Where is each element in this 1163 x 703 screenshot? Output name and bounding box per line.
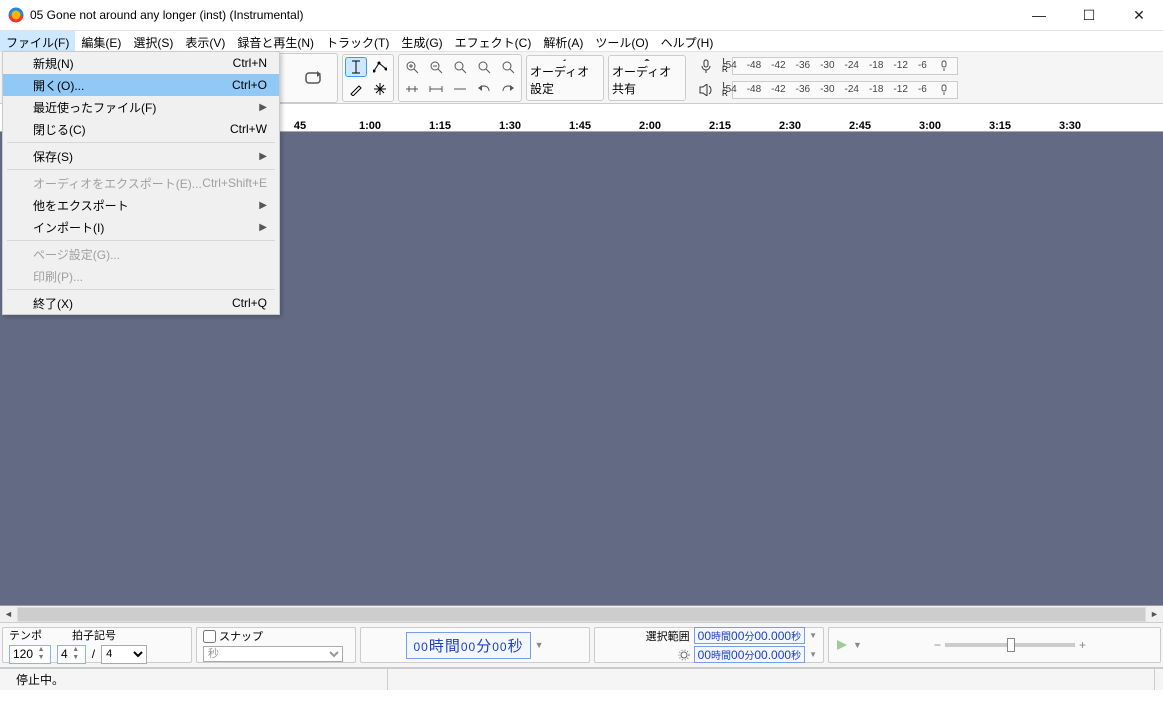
snap-checkbox[interactable] — [203, 630, 216, 643]
menu-analyze[interactable]: 解析(A) — [537, 31, 589, 51]
selection-label: 選択範囲 — [646, 628, 690, 644]
record-meter[interactable]: -54-48-42-36-30-24-18-12-6 — [732, 57, 958, 75]
audio-setup-group: オーディオ設定 — [526, 55, 604, 101]
menu-view[interactable]: 表示(V) — [179, 31, 231, 51]
timesig-num-input[interactable]: 4▲▼ — [57, 645, 86, 664]
menu-item[interactable]: オーディオをエクスポート(E)...Ctrl+Shift+E — [3, 172, 279, 194]
share-icon — [639, 59, 655, 61]
maximize-button[interactable]: ☐ — [1073, 7, 1105, 24]
menu-item[interactable]: インポート(I)▶ — [3, 216, 279, 238]
trim-button[interactable] — [401, 79, 423, 99]
selection-tool[interactable] — [345, 57, 367, 77]
playback-speed-slider[interactable] — [945, 643, 1075, 647]
audio-setup-label: オーディオ設定 — [530, 63, 600, 97]
time-position-display[interactable]: 00時間 00分 00秒 — [406, 632, 530, 659]
envelope-tool[interactable] — [369, 57, 391, 77]
play-speed-menu-icon[interactable]: ▼ — [853, 640, 862, 650]
menu-tools[interactable]: ツール(O) — [589, 31, 654, 51]
menu-item[interactable]: 最近使ったファイル(F)▶ — [3, 96, 279, 118]
scroll-right-button[interactable]: ► — [1146, 607, 1163, 622]
titlebar: 05 Gone not around any longer (inst) (In… — [0, 0, 1163, 30]
play-at-speed-icon[interactable] — [835, 638, 849, 652]
menu-item[interactable]: 新規(N)Ctrl+N — [3, 52, 279, 74]
menu-transport[interactable]: 録音と再生(N) — [231, 31, 320, 51]
window-title: 05 Gone not around any longer (inst) (In… — [30, 8, 1023, 22]
zoom-group — [398, 54, 522, 102]
audio-setup-button[interactable]: オーディオ設定 — [529, 58, 601, 98]
fit-selection-button[interactable] — [449, 57, 471, 77]
snap-label: スナップ — [219, 628, 263, 644]
redo-button[interactable] — [497, 79, 519, 99]
multi-tool[interactable] — [369, 79, 391, 99]
speaker-icon — [699, 84, 713, 96]
menu-effect[interactable]: エフェクト(C) — [449, 31, 538, 51]
zoom-in-button[interactable] — [401, 57, 423, 77]
play-meter[interactable]: -54-48-42-36-30-24-18-12-6 — [732, 81, 958, 99]
menu-help[interactable]: ヘルプ(H) — [655, 31, 720, 51]
undo-button[interactable] — [473, 79, 495, 99]
timesig-den-select[interactable]: 4 — [101, 645, 147, 664]
menu-file[interactable]: ファイル(F) — [0, 31, 75, 51]
zoom-toggle-button[interactable] — [497, 57, 519, 77]
zoom-out-button[interactable] — [425, 57, 447, 77]
menu-item[interactable]: ページ設定(G)... — [3, 243, 279, 265]
loop-button[interactable] — [291, 56, 335, 100]
tempo-label: テンポ — [9, 627, 42, 643]
file-menu-dropdown[interactable]: 新規(N)Ctrl+N開く(O)...Ctrl+O最近使ったファイル(F)▶閉じ… — [2, 51, 280, 315]
record-meter-mic-button[interactable] — [695, 56, 717, 76]
selection-start-display[interactable]: 00時間00分00.000秒 — [694, 627, 805, 644]
menu-tracks[interactable]: トラック(T) — [320, 31, 395, 51]
time-display-menu-icon[interactable]: ▼ — [535, 640, 544, 650]
snap-unit-select[interactable]: 秒 — [203, 646, 343, 662]
timesig-slash: / — [92, 647, 95, 661]
menu-item[interactable]: 保存(S)▶ — [3, 145, 279, 167]
audio-share-group: オーディオ共有 — [608, 55, 686, 101]
fit-project-button[interactable] — [473, 57, 495, 77]
gear-icon[interactable] — [678, 649, 690, 661]
menu-item[interactable]: 開く(O)...Ctrl+O — [3, 74, 279, 96]
menu-item[interactable]: 閉じる(C)Ctrl+W — [3, 118, 279, 140]
menu-item[interactable]: 他をエクスポート▶ — [3, 194, 279, 216]
app-logo-icon — [8, 7, 24, 23]
menu-generate[interactable]: 生成(G) — [395, 31, 448, 51]
scroll-thumb[interactable] — [18, 608, 1145, 621]
menu-select[interactable]: 選択(S) — [127, 31, 179, 51]
sync-lock-button[interactable] — [449, 79, 471, 99]
timesig-label: 拍子記号 — [72, 627, 116, 643]
play-meter-speaker-button[interactable] — [695, 80, 717, 100]
menubar: ファイル(F) 編集(E) 選択(S) 表示(V) 録音と再生(N) トラック(… — [0, 30, 1163, 52]
horizontal-scrollbar[interactable]: ◄ ► — [0, 606, 1163, 623]
scroll-left-button[interactable]: ◄ — [0, 607, 17, 622]
audio-share-label: オーディオ共有 — [612, 63, 682, 97]
status-bar: 停止中。 — [0, 668, 1163, 690]
tempo-input[interactable]: 120▲▼ — [9, 645, 51, 664]
speaker-icon — [556, 59, 574, 61]
draw-tool[interactable] — [345, 79, 367, 99]
audio-share-button[interactable]: オーディオ共有 — [611, 58, 683, 98]
tools-group — [342, 54, 394, 102]
silence-button[interactable] — [425, 79, 447, 99]
bottom-panels: テンポ 拍子記号 120▲▼ 4▲▼ / 4 スナップ 秒 00時間 00分 0… — [0, 623, 1163, 668]
close-button[interactable]: ✕ — [1123, 7, 1155, 24]
minimize-button[interactable]: — — [1023, 7, 1055, 23]
menu-item[interactable]: 印刷(P)... — [3, 265, 279, 287]
mic-icon — [700, 59, 712, 73]
selection-end-display[interactable]: 00時間00分00.000秒 — [694, 646, 805, 663]
menu-edit[interactable]: 編集(E) — [75, 31, 127, 51]
status-text: 停止中。 — [16, 671, 64, 688]
menu-item[interactable]: 終了(X)Ctrl+Q — [3, 292, 279, 314]
